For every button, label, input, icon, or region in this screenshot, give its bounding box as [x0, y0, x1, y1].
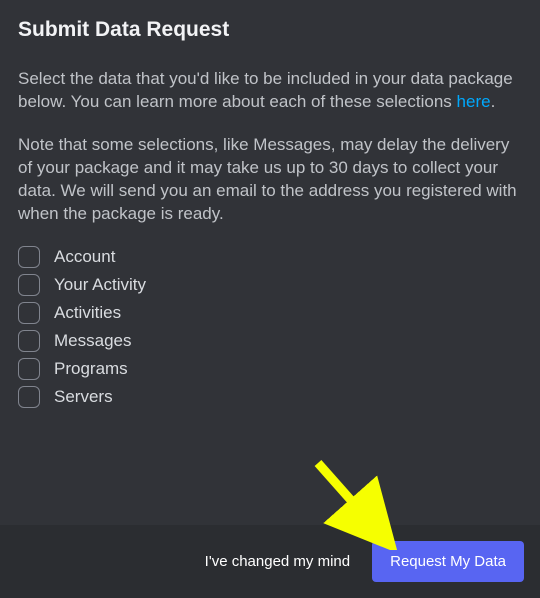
checkbox-icon[interactable]: [18, 358, 40, 380]
options-list: Account Your Activity Activities Message…: [18, 246, 522, 408]
option-label: Programs: [54, 359, 128, 379]
checkbox-icon[interactable]: [18, 274, 40, 296]
cancel-button[interactable]: I've changed my mind: [201, 547, 354, 576]
option-your-activity[interactable]: Your Activity: [18, 274, 522, 296]
checkbox-icon[interactable]: [18, 386, 40, 408]
option-account[interactable]: Account: [18, 246, 522, 268]
intro-text: Select the data that you'd like to be in…: [18, 68, 522, 114]
option-messages[interactable]: Messages: [18, 330, 522, 352]
checkbox-icon[interactable]: [18, 246, 40, 268]
intro-post: .: [491, 92, 496, 111]
option-label: Messages: [54, 331, 131, 351]
intro-pre: Select the data that you'd like to be in…: [18, 69, 513, 111]
modal-title: Submit Data Request: [18, 18, 522, 42]
option-label: Activities: [54, 303, 121, 323]
option-label: Servers: [54, 387, 113, 407]
learn-more-link[interactable]: here: [457, 92, 491, 111]
modal-footer: I've changed my mind Request My Data: [0, 525, 540, 598]
submit-data-request-modal: Submit Data Request Select the data that…: [0, 0, 540, 598]
option-activities[interactable]: Activities: [18, 302, 522, 324]
checkbox-icon[interactable]: [18, 330, 40, 352]
option-servers[interactable]: Servers: [18, 386, 522, 408]
modal-body: Submit Data Request Select the data that…: [0, 0, 540, 525]
request-data-button[interactable]: Request My Data: [372, 541, 524, 582]
note-text: Note that some selections, like Messages…: [18, 134, 522, 226]
option-label: Your Activity: [54, 275, 146, 295]
checkbox-icon[interactable]: [18, 302, 40, 324]
option-programs[interactable]: Programs: [18, 358, 522, 380]
option-label: Account: [54, 247, 115, 267]
